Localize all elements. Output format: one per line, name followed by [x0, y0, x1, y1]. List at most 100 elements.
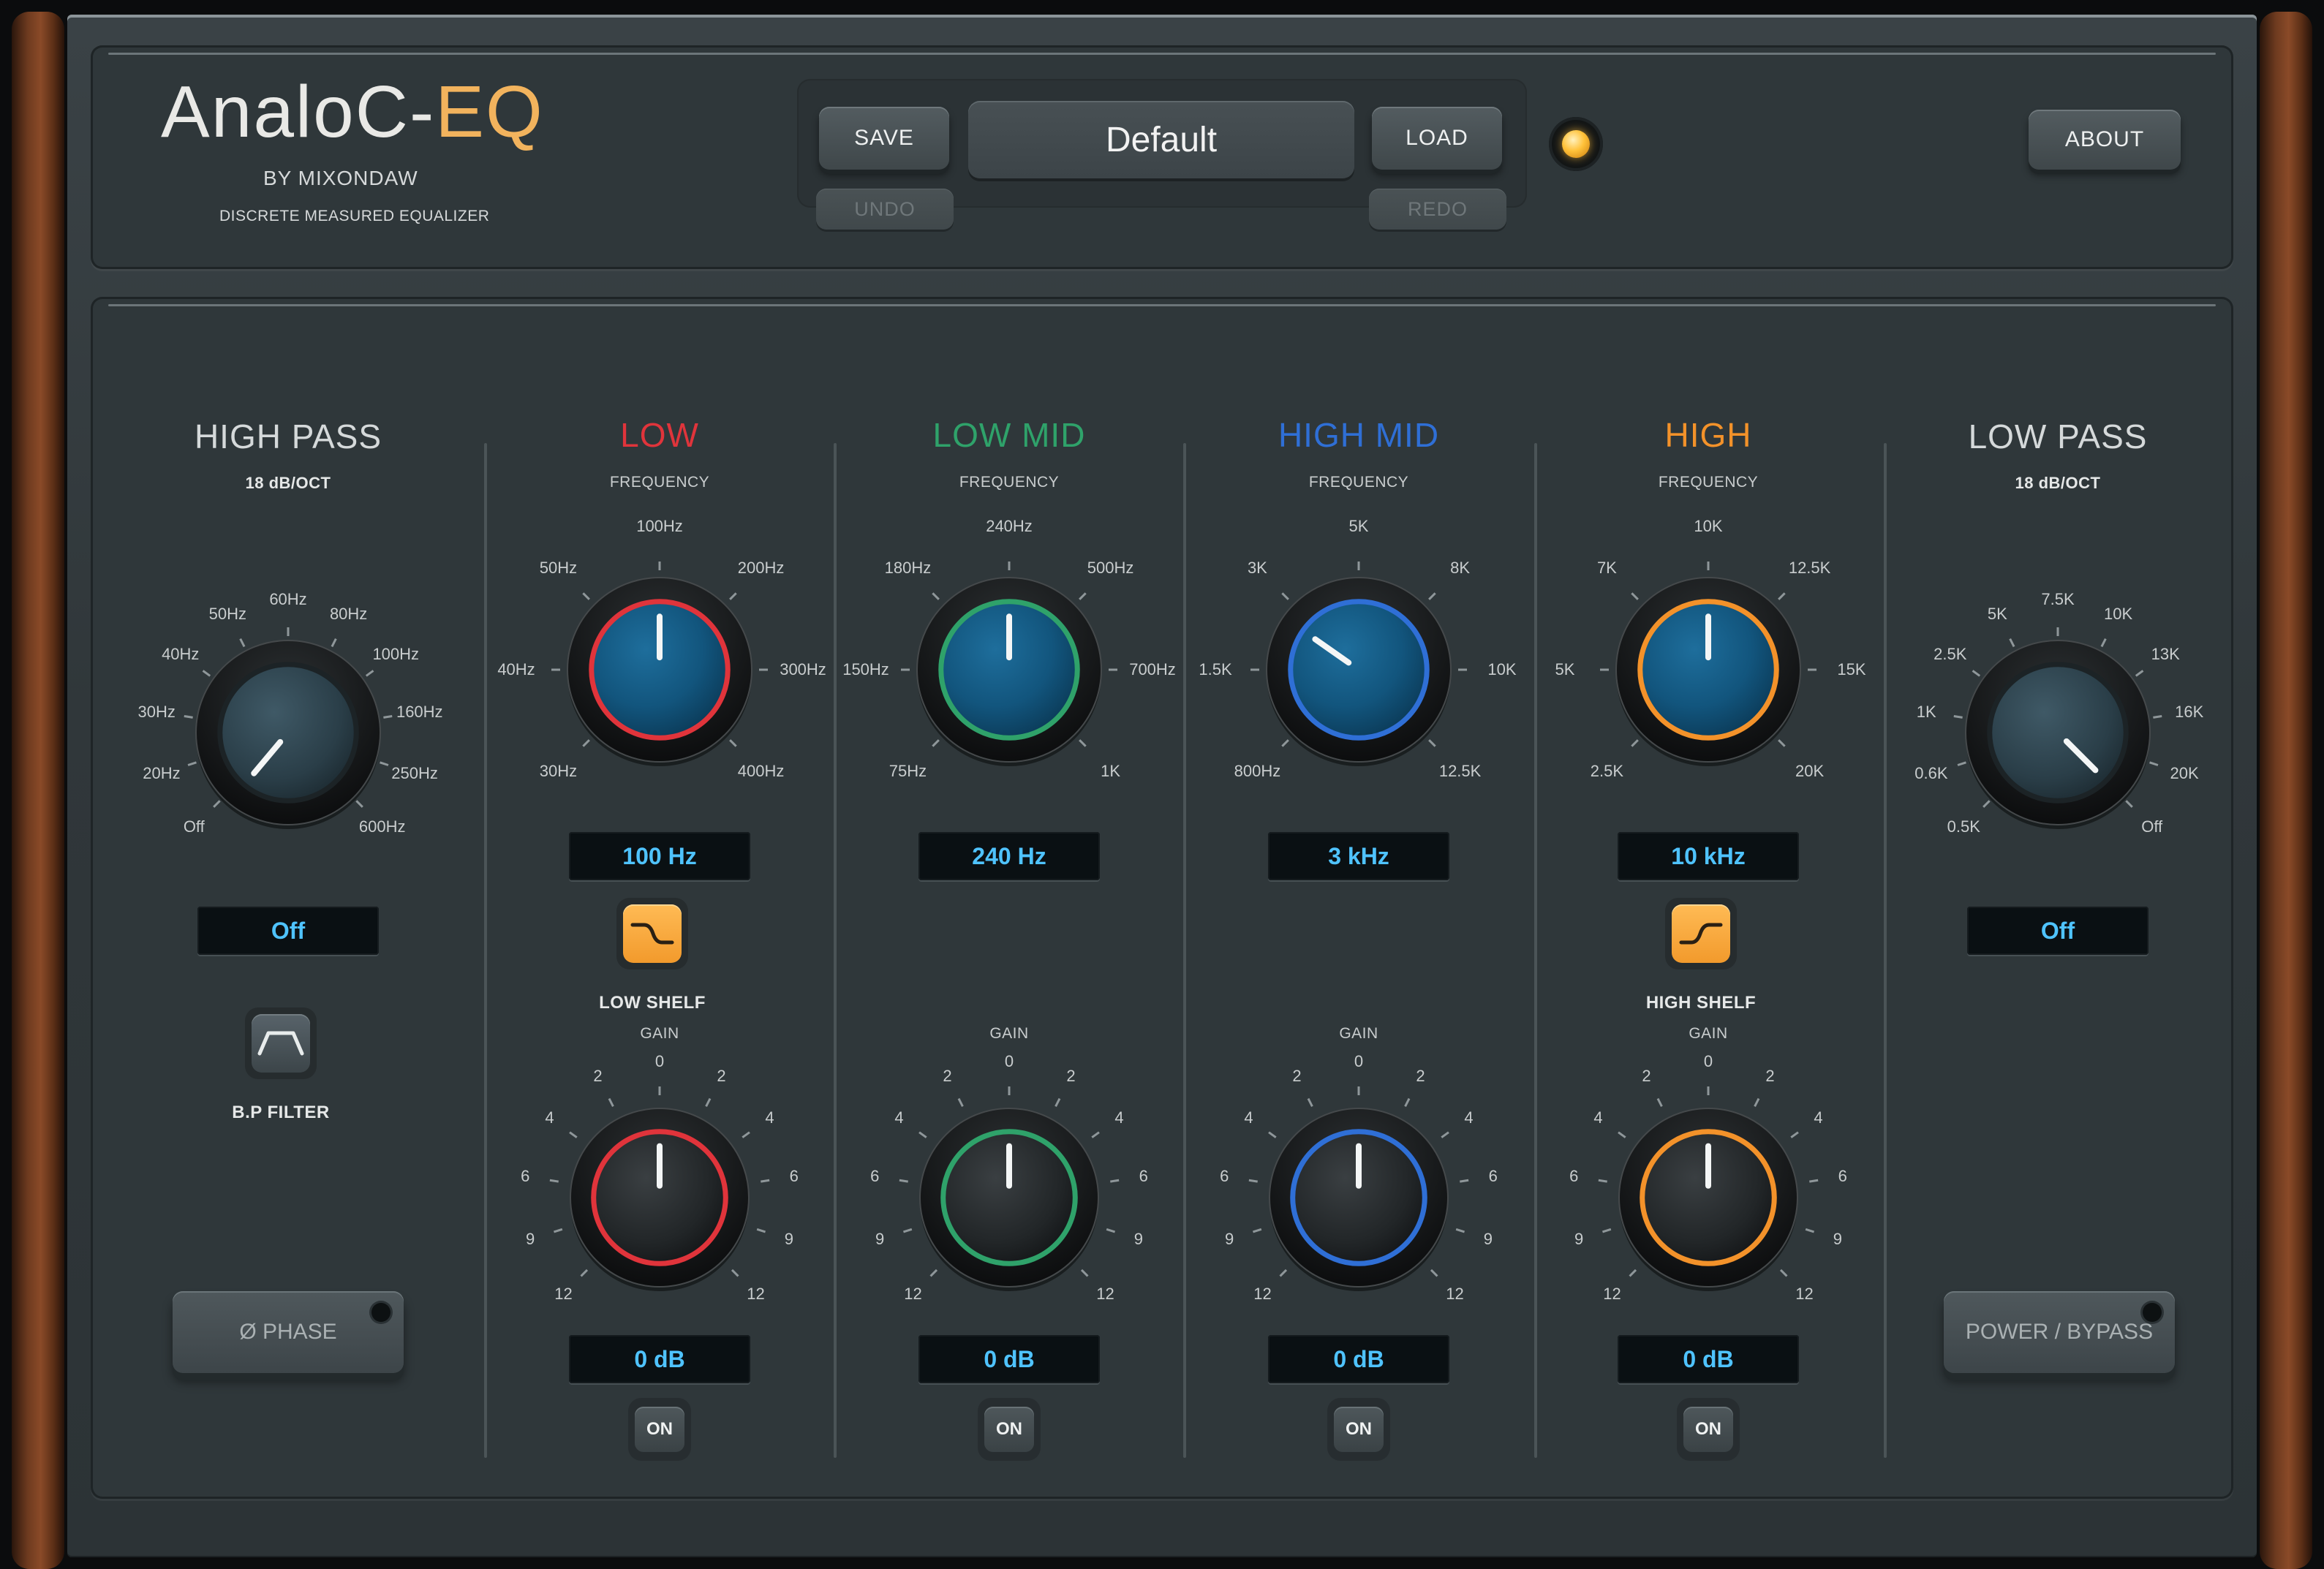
high-mid-frequency-tick-label: 1.5K: [1199, 660, 1232, 678]
high-mid-frequency-knob[interactable]: [1262, 573, 1455, 766]
high-frequency-knob[interactable]: [1612, 573, 1805, 766]
undo-button[interactable]: UNDO: [816, 189, 954, 230]
low-gain-tick-label: 4: [765, 1108, 774, 1127]
high-gain-tick-label: 6: [1838, 1166, 1847, 1185]
redo-button[interactable]: REDO: [1369, 189, 1506, 230]
low-mid-frequency-label: FREQUENCY: [959, 474, 1060, 491]
phase-label: Ø PHASE: [239, 1320, 337, 1344]
high-pass-slope: 18 dB/OCT: [245, 474, 331, 492]
column-divider: [1534, 443, 1537, 1458]
bp-filter-label: B.P FILTER: [232, 1103, 330, 1122]
low-mid-gain-knob[interactable]: [916, 1104, 1103, 1291]
high-mid-gain-display: 0 dB: [1268, 1335, 1449, 1383]
low-pass-slope: 18 dB/OCT: [2015, 474, 2101, 492]
high-mid-on-button[interactable]: ON: [1327, 1398, 1390, 1461]
high-gain-tick-label: 6: [1569, 1166, 1579, 1185]
high-on-button[interactable]: ON: [1677, 1398, 1740, 1461]
main-panel: [91, 297, 2233, 1499]
high-pass-tick-label: 50Hz: [208, 604, 247, 623]
preset-name-display[interactable]: Default: [968, 101, 1354, 178]
low-shelf-icon: [630, 923, 674, 945]
low-gain-display: 0 dB: [569, 1335, 750, 1383]
low-mid-gain-tick-label: 6: [1139, 1166, 1148, 1185]
low-frequency-knob[interactable]: [563, 573, 756, 766]
high-mid-gain-tick-label: 0: [1354, 1052, 1364, 1070]
low-mid-gain-tick-label: 4: [894, 1108, 904, 1127]
low-mid-gain-tick-label: 0: [1004, 1052, 1014, 1070]
low-gain-tick-label: 2: [593, 1067, 603, 1086]
low-mid-title: LOW MID: [932, 416, 1086, 454]
low-mid-frequency-tick-label: 700Hz: [1129, 660, 1176, 678]
high-mid-gain-knob[interactable]: [1265, 1104, 1452, 1291]
high-gain-tick-label: 4: [1814, 1108, 1823, 1127]
save-button[interactable]: SAVE: [819, 107, 949, 170]
low-pass-tick-label: 16K: [2175, 702, 2204, 721]
low-gain-knob[interactable]: [566, 1104, 753, 1291]
phase-led-icon: [371, 1303, 391, 1322]
high-pass-value-display: Off: [197, 907, 379, 955]
high-mid-on-label: ON: [1334, 1407, 1384, 1452]
high-gain-tick-label: 9: [1574, 1230, 1584, 1249]
low-mid-frequency-tick-label: 240Hz: [986, 517, 1033, 535]
low-pass-value-display: Off: [1967, 907, 2148, 955]
high-shelf-button[interactable]: [1665, 898, 1737, 969]
bp-filter-button[interactable]: [245, 1007, 317, 1079]
low-mid-on-label: ON: [984, 1407, 1034, 1452]
low-mid-gain-tick-label: 4: [1114, 1108, 1124, 1127]
high-mid-gain-label: GAIN: [1339, 1025, 1378, 1042]
low-gain-tick-label: 9: [525, 1230, 535, 1249]
low-mid-on-button[interactable]: ON: [978, 1398, 1041, 1461]
high-pass-tick-label: 250Hz: [391, 764, 438, 783]
high-pass-knob[interactable]: [192, 636, 385, 829]
high-frequency-tick-label: 15K: [1837, 660, 1866, 678]
wood-side-left: [12, 12, 64, 1569]
high-mid-gain-tick-label: 9: [1224, 1230, 1234, 1249]
tagline: DISCRETE MEASURED EQUALIZER: [219, 208, 490, 224]
phase-button[interactable]: Ø PHASE: [173, 1291, 404, 1373]
high-mid-frequency-display: 3 kHz: [1268, 832, 1449, 880]
low-gain-tick-label: 2: [717, 1067, 726, 1086]
high-mid-gain-tick-label: 4: [1244, 1108, 1253, 1127]
low-mid-frequency-display: 240 Hz: [918, 832, 1100, 880]
low-mid-gain-tick-label: 9: [875, 1230, 885, 1249]
low-gain-tick-label: 9: [784, 1230, 794, 1249]
low-frequency-tick-label: 40Hz: [497, 660, 535, 678]
high-pass-tick-label: 160Hz: [396, 702, 443, 721]
low-mid-gain-tick-label: 9: [1133, 1230, 1144, 1249]
low-shape-label: LOW SHELF: [599, 993, 706, 1013]
high-frequency-tick-label: 10K: [1694, 517, 1723, 535]
high-gain-tick-label: 2: [1642, 1067, 1651, 1086]
column-divider: [1183, 443, 1186, 1458]
low-pass-tick-label: 0.6K: [1914, 764, 1948, 783]
low-mid-gain-display: 0 dB: [918, 1335, 1100, 1383]
high-mid-gain-tick-label: 4: [1464, 1108, 1474, 1127]
low-pass-tick-label: 20K: [2170, 764, 2199, 783]
low-gain-tick-label: 6: [789, 1166, 799, 1185]
high-mid-title: HIGH MID: [1278, 416, 1440, 454]
high-gain-knob[interactable]: [1615, 1104, 1802, 1291]
power-led-icon: [2143, 1303, 2162, 1322]
high-mid-gain-tick-label: 2: [1416, 1067, 1425, 1086]
load-button[interactable]: LOAD: [1372, 107, 1502, 170]
low-gain-tick-label: 6: [521, 1166, 530, 1185]
low-mid-frequency-knob[interactable]: [913, 573, 1106, 766]
high-pass-title: HIGH PASS: [194, 417, 382, 455]
byline: BY MIXONDAW: [263, 167, 418, 189]
low-shelf-button[interactable]: [616, 898, 688, 969]
high-gain-label: GAIN: [1689, 1025, 1728, 1042]
high-mid-frequency-tick-label: 5K: [1348, 517, 1369, 535]
high-mid-gain-tick-label: 2: [1292, 1067, 1302, 1086]
high-pass-tick-label: 80Hz: [329, 604, 368, 623]
about-button[interactable]: ABOUT: [2029, 110, 2181, 170]
high-pass-tick-label: 30Hz: [137, 702, 176, 721]
low-gain-label: GAIN: [640, 1025, 679, 1042]
low-mid-gain-label: GAIN: [989, 1025, 1029, 1042]
high-mid-gain-tick-label: 6: [1220, 1166, 1229, 1185]
high-on-label: ON: [1683, 1407, 1733, 1452]
high-mid-frequency-label: FREQUENCY: [1308, 474, 1409, 491]
power-bypass-button[interactable]: POWER / BYPASS: [1944, 1291, 2175, 1373]
high-gain-tick-label: 0: [1703, 1052, 1713, 1070]
low-on-button[interactable]: ON: [628, 1398, 691, 1461]
high-shelf-icon: [1679, 923, 1723, 945]
low-pass-knob[interactable]: [1961, 636, 2154, 829]
